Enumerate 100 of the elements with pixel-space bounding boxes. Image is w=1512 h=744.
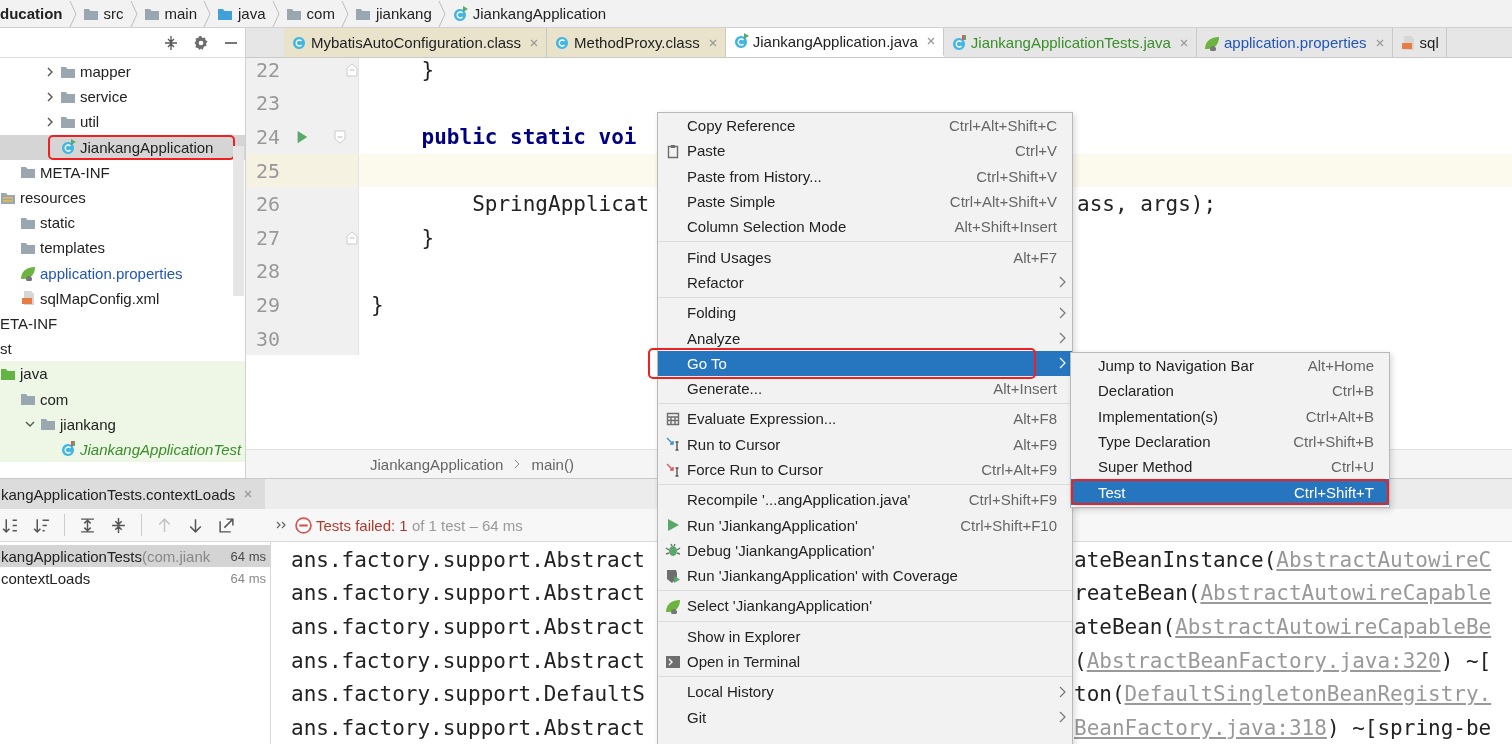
terminal-icon [664, 653, 681, 670]
breadcrumb-item[interactable]: java [211, 5, 272, 22]
menu-item[interactable]: Debug 'JiankangApplication' [658, 537, 1072, 564]
tree-item[interactable]: META-INF [40, 163, 110, 181]
error-icon [295, 516, 312, 534]
tree-item[interactable]: com [40, 390, 69, 408]
menu-item[interactable]: Local History [658, 679, 1072, 705]
menu-item[interactable]: Copy Reference Ctrl+Alt+Shift+C [658, 113, 1072, 139]
scrollbar-thumb[interactable] [233, 146, 244, 296]
log-text: ) ~[spring-be [1326, 715, 1492, 740]
menu-item[interactable]: Show in Explorer [658, 623, 1072, 649]
tree-item[interactable]: service [80, 88, 128, 106]
menu-item[interactable]: Declaration Ctrl+B [1071, 378, 1389, 404]
tree-item[interactable]: java [20, 365, 48, 383]
run-icon[interactable] [295, 129, 309, 145]
menu-item[interactable]: Type Declaration Ctrl+Shift+B [1071, 428, 1389, 455]
menu-item[interactable]: Find Usages Alt+F7 [658, 244, 1072, 270]
shield-icon [664, 567, 681, 584]
chevron-icon[interactable] [45, 91, 55, 102]
collapse-icon[interactable] [163, 34, 179, 51]
tree-item[interactable]: static [40, 214, 75, 232]
breadcrumb-item[interactable]: JiankangApplication [370, 455, 504, 473]
menu-item[interactable]: Evaluate Expression... Alt+F8 [658, 406, 1072, 432]
menu-item[interactable]: Column Selection Mode Alt+Shift+Insert [658, 214, 1072, 240]
breadcrumb-item[interactable]: com [279, 5, 341, 22]
breadcrumb-label: java [238, 5, 266, 22]
breadcrumb-label: JiankangApplication [472, 5, 607, 22]
shortcut: Ctrl+Shift+F10 [960, 516, 1058, 534]
settings-icon[interactable] [193, 34, 209, 51]
editor-tab[interactable]: JiankangApplication.java [725, 28, 944, 57]
menu-item[interactable]: Run to Cursor Alt+F9 [658, 431, 1072, 457]
menu-item[interactable]: Select 'JiankangApplication' [658, 593, 1072, 619]
menu-item[interactable]: Git [658, 704, 1072, 730]
chevron-icon[interactable] [45, 66, 55, 77]
class-icon [451, 5, 468, 22]
menu-item[interactable]: Recompile '...angApplication.java' Ctrl+Shift+F9 [658, 487, 1072, 513]
log-text: ( [1074, 648, 1087, 673]
collapse-icon[interactable] [110, 516, 127, 534]
tree-item[interactable]: st [0, 340, 12, 358]
menu-item[interactable]: Paste Ctrl+V [658, 138, 1072, 164]
fold-marker-icon[interactable] [334, 130, 346, 144]
close-icon[interactable] [925, 36, 936, 46]
code-text: ass, args); [1077, 192, 1217, 217]
fold-marker-icon[interactable] [346, 230, 358, 245]
tree-item[interactable]: application.properties [40, 264, 183, 282]
tree-item[interactable]: jiankang [60, 415, 116, 433]
chevron-icon [513, 459, 522, 469]
editor-tab[interactable]: MethodProxy.class [547, 28, 726, 57]
menu-item[interactable]: Paste from History... Ctrl+Shift+V [658, 163, 1072, 189]
expand-icon[interactable] [79, 516, 96, 534]
tree-item[interactable]: sqlMapConfig.xml [40, 289, 160, 307]
chevron-icon [68, 0, 77, 28]
fold-marker-icon[interactable] [346, 62, 358, 77]
breadcrumb-label: main [164, 5, 197, 22]
menu-item[interactable]: Force Run to Cursor Ctrl+Alt+F9 [658, 456, 1072, 483]
tree-item[interactable]: util [80, 113, 100, 131]
sort-icon[interactable] [2, 516, 19, 534]
tree-item[interactable]: ETA-INF [0, 314, 58, 332]
breadcrumb-item[interactable]: src [76, 5, 130, 22]
menu-item[interactable]: Jump to Navigation Bar Alt+Home [1071, 353, 1389, 379]
shortcut: Alt+F7 [1013, 248, 1058, 266]
menu-item[interactable]: Run 'JiankangApplication' with Coverage [658, 563, 1072, 589]
breadcrumb-item[interactable]: main [137, 5, 203, 22]
menu-item[interactable]: Super Method Ctrl+U [1071, 454, 1389, 480]
code-text: } [371, 292, 384, 317]
test-item[interactable]: kangApplicationTests(com.jiank 64 ms [0, 545, 270, 567]
tree-item[interactable]: templates [40, 239, 106, 257]
line-number: 28 [254, 259, 280, 284]
arrow-down-icon[interactable] [187, 516, 204, 534]
menu-item[interactable]: Test Ctrl+Shift+T [1071, 479, 1389, 505]
menu-item[interactable]: Open in Terminal [658, 648, 1072, 675]
bug-icon [664, 542, 681, 559]
line-number: 26 [254, 192, 280, 217]
menu-item[interactable]: Folding [658, 300, 1072, 326]
test-item[interactable]: contextLoads 64 ms [0, 567, 270, 589]
sort-icon[interactable] [33, 516, 50, 534]
tree-item[interactable]: mapper [80, 63, 131, 81]
menu-item[interactable]: Run 'JiankangApplication' Ctrl+Shift+F10 [658, 512, 1072, 538]
log-text: ans.factory.support.DefaultS [291, 682, 645, 707]
chevron-icon[interactable] [45, 116, 55, 127]
tree-item[interactable]: resources [20, 189, 86, 207]
breadcrumb-item[interactable]: main() [531, 455, 574, 473]
chevrons-icon[interactable] [275, 520, 287, 530]
menu-item[interactable]: Generate... Alt+Insert [658, 375, 1072, 402]
menu-item[interactable]: Refactor [658, 269, 1072, 296]
menu-item[interactable]: Paste Simple Ctrl+Alt+Shift+V [658, 188, 1072, 215]
log-text: ans.factory.support.Abstract [291, 648, 645, 673]
calculator-icon [664, 410, 681, 427]
menu-item[interactable]: Analyze [658, 325, 1072, 351]
line-number: 27 [254, 225, 280, 250]
breadcrumb-label: jiankang [375, 5, 432, 22]
export-icon[interactable] [218, 516, 235, 534]
log-text: ans.factory.support.Abstract [291, 581, 645, 606]
line-number: 24 [254, 125, 280, 149]
breadcrumb-item[interactable]: jiankang [348, 5, 438, 22]
menu-item[interactable]: Implementation(s) Ctrl+Alt+B [1071, 403, 1389, 429]
editor-tab[interactable]: MybatisAutoConfiguration.class [284, 28, 548, 57]
breadcrumb-item[interactable]: JiankangApplication [445, 5, 613, 22]
run-tab[interactable]: kangApplicationTests.contextLoads [0, 479, 266, 509]
shortcut: Alt+Insert [993, 380, 1058, 398]
